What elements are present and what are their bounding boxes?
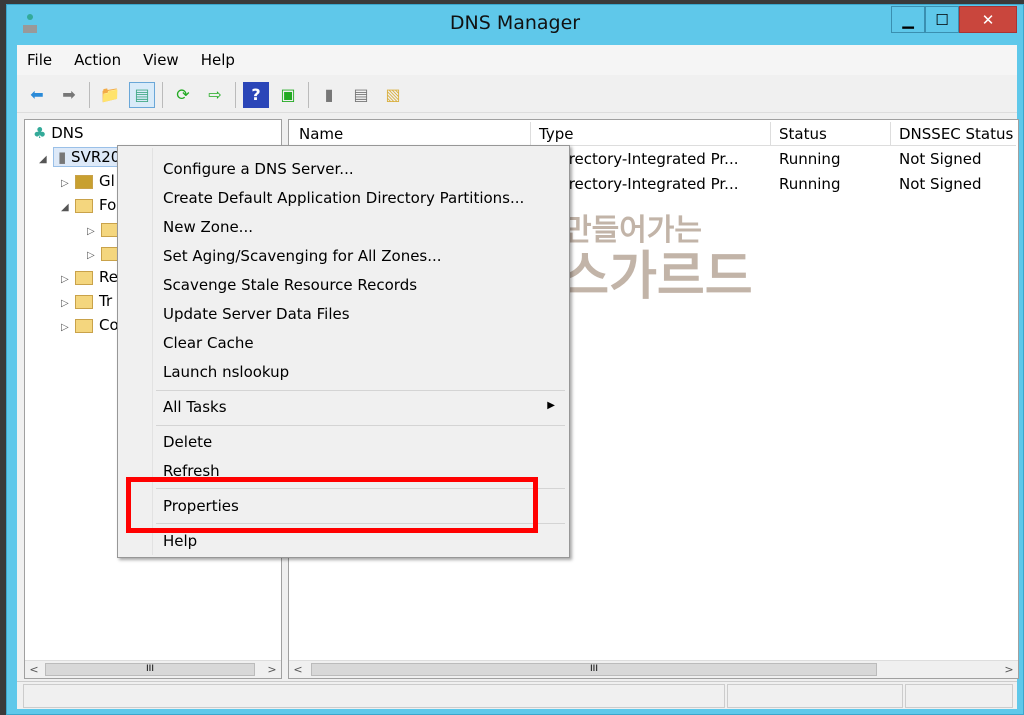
status-bar — [17, 681, 1017, 709]
menu-item-new-zone[interactable]: New Zone... — [163, 218, 253, 236]
menu-item-delete[interactable]: Delete — [163, 433, 212, 451]
window-title: DNS Manager — [449, 12, 581, 34]
menu-item-set-aging[interactable]: Set Aging/Scavenging for All Zones... — [163, 247, 442, 265]
back-icon[interactable]: ⬅ — [24, 82, 50, 108]
col-name[interactable]: Name — [291, 122, 531, 145]
menu-item-configure[interactable]: Configure a DNS Server... — [163, 160, 354, 178]
tree-item-conditional[interactable]: ▷ Co — [61, 316, 119, 334]
col-dnssec[interactable]: DNSSEC Status — [891, 122, 1016, 145]
menu-help[interactable]: Help — [201, 51, 235, 69]
menu-item-help[interactable]: Help — [163, 532, 197, 550]
zone-icon[interactable]: ▧ — [380, 82, 406, 108]
menu-view[interactable]: View — [143, 51, 179, 69]
menu-bar: File Action View Help — [17, 45, 1017, 75]
menu-file[interactable]: File — [27, 51, 52, 69]
server-icon[interactable]: ▮ — [316, 82, 342, 108]
records-icon[interactable]: ▤ — [348, 82, 374, 108]
show-hide-tree-icon[interactable]: ▤ — [129, 81, 155, 108]
refresh-icon[interactable]: ⟳ — [170, 82, 196, 108]
server-icon: ▮ — [58, 148, 67, 166]
folder-icon — [75, 198, 93, 213]
toolbar: ⬅ ➡ 📁 ▤ ⟳ ⇨ ? ▣ ▮ ▤ ▧ — [17, 77, 1017, 113]
export-list-icon[interactable]: ⇨ — [202, 82, 228, 108]
menu-item-all-tasks[interactable]: All Tasks — [163, 398, 227, 416]
submenu-arrow-icon: ▶ — [547, 400, 555, 411]
col-status[interactable]: Status — [771, 122, 891, 145]
menu-item-nslookup[interactable]: Launch nslookup — [163, 363, 289, 381]
tree-hscrollbar[interactable]: < III > — [25, 660, 281, 678]
close-button[interactable]: ✕ — [959, 6, 1017, 33]
col-type[interactable]: Type — [531, 122, 771, 145]
tree-item-global[interactable]: ▷ Gl — [61, 172, 115, 190]
tree-item-reverse[interactable]: ▷ Re — [61, 268, 118, 286]
menu-item-update-files[interactable]: Update Server Data Files — [163, 305, 350, 323]
properties-highlight-box — [126, 477, 538, 533]
action-pane-icon[interactable]: ▣ — [275, 82, 301, 108]
menu-item-clear-cache[interactable]: Clear Cache — [163, 334, 254, 352]
dns-icon: ♣ — [33, 124, 47, 142]
up-folder-icon[interactable]: 📁 — [97, 82, 123, 108]
tree-item-trust[interactable]: ▷ Tr — [61, 292, 112, 310]
menu-item-scavenge[interactable]: Scavenge Stale Resource Records — [163, 276, 417, 294]
menu-action[interactable]: Action — [74, 51, 121, 69]
maximize-button[interactable]: ☐ — [925, 6, 959, 33]
help-icon[interactable]: ? — [243, 81, 269, 108]
menu-item-create-partitions[interactable]: Create Default Application Directory Par… — [163, 189, 524, 207]
tree-item-dns[interactable]: ♣ DNS — [33, 124, 84, 142]
tree-item-forward[interactable]: ◢ Fo — [61, 196, 116, 214]
minimize-button[interactable]: ▁ — [891, 6, 925, 33]
forward-icon[interactable]: ➡ — [56, 82, 82, 108]
list-hscrollbar[interactable]: < III > — [289, 660, 1018, 678]
